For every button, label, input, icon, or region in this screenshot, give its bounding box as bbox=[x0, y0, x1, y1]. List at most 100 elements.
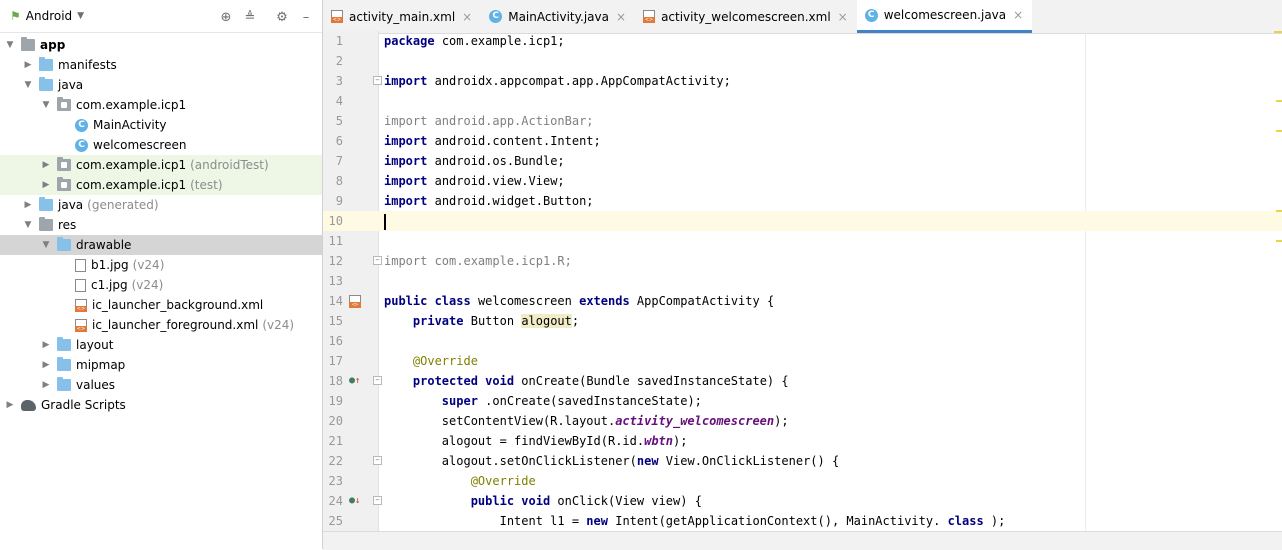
code-line[interactable]: 5 import android.app.ActionBar; bbox=[323, 111, 1282, 131]
collapse-icon[interactable]: ≜ bbox=[238, 8, 262, 26]
fold-icon[interactable]: − bbox=[373, 496, 382, 505]
editor-tab[interactable]: C MainActivity.java × bbox=[481, 0, 635, 33]
code-line[interactable]: 16 bbox=[323, 331, 1282, 351]
tree-item[interactable]: ▶c1.jpg(v24) bbox=[0, 275, 322, 295]
code-line[interactable]: 19 super .onCreate(savedInstanceState); bbox=[323, 391, 1282, 411]
close-icon[interactable]: × bbox=[1013, 8, 1023, 22]
code-line[interactable]: 12 − import com.example.icp1.R; bbox=[323, 251, 1282, 271]
code-line[interactable]: 18 ●↑ − protected void onCreate(Bundle sav… bbox=[323, 371, 1282, 391]
warning-stripe[interactable] bbox=[1276, 240, 1282, 242]
minimize-icon[interactable]: – bbox=[294, 8, 318, 26]
code-line[interactable]: 3 − import androidx.appcompat.app.AppCompa… bbox=[323, 71, 1282, 91]
editor-tab[interactable]: activity_welcomescreen.xml × bbox=[635, 0, 857, 33]
editor-tab[interactable]: Cwelcomescreen.java × bbox=[856, 0, 1033, 33]
line-number: 21 bbox=[328, 434, 343, 448]
expand-arrow-icon[interactable]: ▼ bbox=[5, 40, 15, 50]
code-line[interactable]: 20 setContentView(R.layout.activity_welc… bbox=[323, 411, 1282, 431]
code-line[interactable]: 6 import android.content.Intent; bbox=[323, 131, 1282, 151]
code-line[interactable]: 2 bbox=[323, 51, 1282, 71]
gear-icon[interactable]: ⚙ bbox=[270, 8, 294, 26]
code-line[interactable]: 22 − alogout.setOnClickListener(new View.… bbox=[323, 451, 1282, 471]
collapse-arrow-icon[interactable]: ▶ bbox=[5, 400, 15, 410]
collapse-arrow-icon[interactable]: ▶ bbox=[41, 340, 51, 350]
code-line[interactable]: 10 bbox=[323, 211, 1282, 231]
tree-item-label: app bbox=[40, 38, 66, 52]
code-line[interactable]: 15 private Button alogout; bbox=[323, 311, 1282, 331]
close-icon[interactable]: × bbox=[462, 10, 472, 24]
expand-arrow-icon[interactable]: ▼ bbox=[41, 100, 51, 110]
fold-icon[interactable]: − bbox=[373, 376, 382, 385]
tree-item[interactable]: ▼ com.example.icp1 bbox=[0, 95, 322, 115]
override-marker-icon[interactable]: ●↑ bbox=[349, 375, 361, 387]
collapse-arrow-icon[interactable]: ▶ bbox=[23, 200, 33, 210]
collapse-arrow-icon[interactable]: ▶ bbox=[41, 180, 51, 190]
code-area[interactable]: 1 package com.example.icp1; 2 3− import andr… bbox=[323, 31, 1282, 531]
tree-item[interactable]: ▶ values bbox=[0, 375, 322, 395]
tree-item[interactable]: ▶ mipmap bbox=[0, 355, 322, 375]
tree-item[interactable]: ▶ manifests bbox=[0, 55, 322, 75]
close-icon[interactable]: × bbox=[616, 10, 626, 24]
tree-item-label: res bbox=[58, 218, 77, 232]
code-line[interactable]: 7 import android.os.Bundle; bbox=[323, 151, 1282, 171]
tree-item[interactable]: ▼ drawable bbox=[0, 235, 322, 255]
tree-item-label: mipmap bbox=[76, 358, 126, 372]
code-line[interactable]: 9 import android.widget.Button; bbox=[323, 191, 1282, 211]
tree-item[interactable]: ▶CMainActivity bbox=[0, 115, 322, 135]
scroll-thumb[interactable] bbox=[1274, 31, 1282, 33]
tree-item[interactable]: ▼ res bbox=[0, 215, 322, 235]
warning-stripe[interactable] bbox=[1276, 210, 1282, 212]
expand-arrow-icon[interactable]: ▼ bbox=[23, 80, 33, 90]
line-number: 10 bbox=[328, 214, 343, 228]
collapse-arrow-icon[interactable]: ▶ bbox=[23, 60, 33, 70]
expand-arrow-icon[interactable]: ▼ bbox=[23, 220, 33, 230]
tree-item-suffix: (androidTest) bbox=[190, 158, 269, 172]
tree-item[interactable]: ▶ layout bbox=[0, 335, 322, 355]
line-number: 15 bbox=[328, 314, 343, 328]
code-line[interactable]: 25 Intent l1 = new Intent(getApplication… bbox=[323, 511, 1282, 531]
tree-item[interactable]: ▶ic_launcher_foreground.xml(v24) bbox=[0, 315, 322, 335]
code-token: androidx.appcompat.app.AppCompatActivity… bbox=[434, 74, 731, 88]
code-token: alogout = findViewById(R.id. bbox=[384, 434, 645, 448]
tree-item[interactable]: ▶ Gradle Scripts bbox=[0, 395, 322, 415]
editor-scrollbar[interactable] bbox=[1274, 31, 1282, 531]
code-line[interactable]: 11 bbox=[323, 231, 1282, 251]
implement-marker-icon[interactable]: ●↓ bbox=[349, 495, 361, 507]
code-line[interactable]: 21 alogout = findViewById(R.id.wbtn); bbox=[323, 431, 1282, 451]
code-line[interactable]: 17 @Override bbox=[323, 351, 1282, 371]
code-line[interactable]: 13 bbox=[323, 271, 1282, 291]
fold-icon[interactable]: − bbox=[373, 256, 382, 265]
tree-item[interactable]: ▶ com.example.icp1 (androidTest) bbox=[0, 155, 322, 175]
tree-item[interactable]: ▶b1.jpg(v24) bbox=[0, 255, 322, 275]
tree-item[interactable]: ▶ com.example.icp1 (test) bbox=[0, 175, 322, 195]
editor-tab[interactable]: activity_main.xml × bbox=[323, 0, 481, 33]
tree-item[interactable]: ▶Cwelcomescreen bbox=[0, 135, 322, 155]
warning-stripe[interactable] bbox=[1276, 100, 1282, 102]
tree-item[interactable]: ▼ app bbox=[0, 35, 322, 55]
fold-icon[interactable]: − bbox=[373, 76, 382, 85]
collapse-arrow-icon[interactable]: ▶ bbox=[41, 160, 51, 170]
code-line[interactable]: 8 import android.view.View; bbox=[323, 171, 1282, 191]
code-line[interactable]: 23 @Override bbox=[323, 471, 1282, 491]
project-view-selector[interactable]: ⚑ Android ▼ bbox=[10, 9, 84, 23]
code-line[interactable]: 1 package com.example.icp1; bbox=[323, 31, 1282, 51]
collapse-arrow-icon[interactable]: ▶ bbox=[41, 380, 51, 390]
xml-file-icon bbox=[331, 10, 343, 23]
close-icon[interactable]: × bbox=[838, 10, 848, 24]
package-icon bbox=[57, 97, 71, 111]
code-line[interactable]: 24 ●↓ − public void onClick(View view) { bbox=[323, 491, 1282, 511]
expand-arrow-icon[interactable]: ▼ bbox=[41, 240, 51, 250]
target-icon[interactable]: ⊕ bbox=[214, 8, 238, 26]
tree-item[interactable]: ▶ java (generated) bbox=[0, 195, 322, 215]
fold-icon[interactable]: − bbox=[373, 456, 382, 465]
tree-item[interactable]: ▼ java bbox=[0, 75, 322, 95]
warning-stripe[interactable] bbox=[1276, 130, 1282, 132]
code-text: setContentView(R.layout.activity_welcome… bbox=[384, 411, 789, 431]
line-number: 24 bbox=[328, 494, 343, 508]
tree-item[interactable]: ▶ic_launcher_background.xml bbox=[0, 295, 322, 315]
code-line[interactable]: 14 public class welcomescreen extends App… bbox=[323, 291, 1282, 311]
code-line[interactable]: 4 bbox=[323, 91, 1282, 111]
layout-file-icon[interactable] bbox=[349, 295, 361, 308]
collapse-arrow-icon[interactable]: ▶ bbox=[41, 360, 51, 370]
code-token: package bbox=[384, 34, 435, 48]
code-token: public void bbox=[470, 494, 551, 508]
